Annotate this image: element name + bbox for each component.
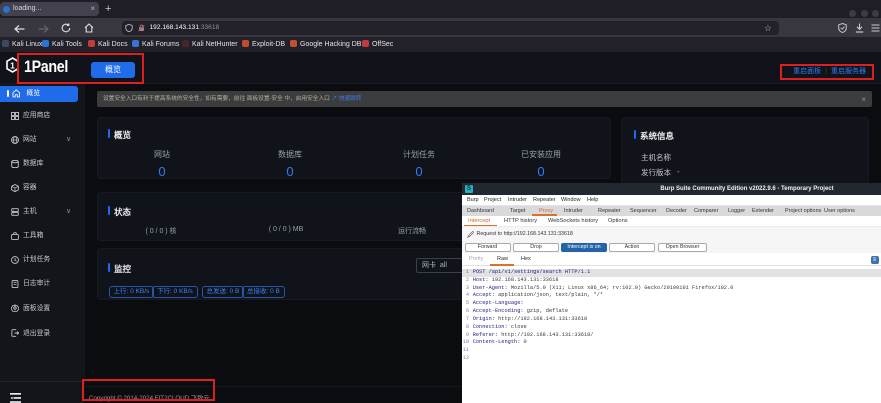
svg-text:1: 1	[10, 60, 15, 70]
